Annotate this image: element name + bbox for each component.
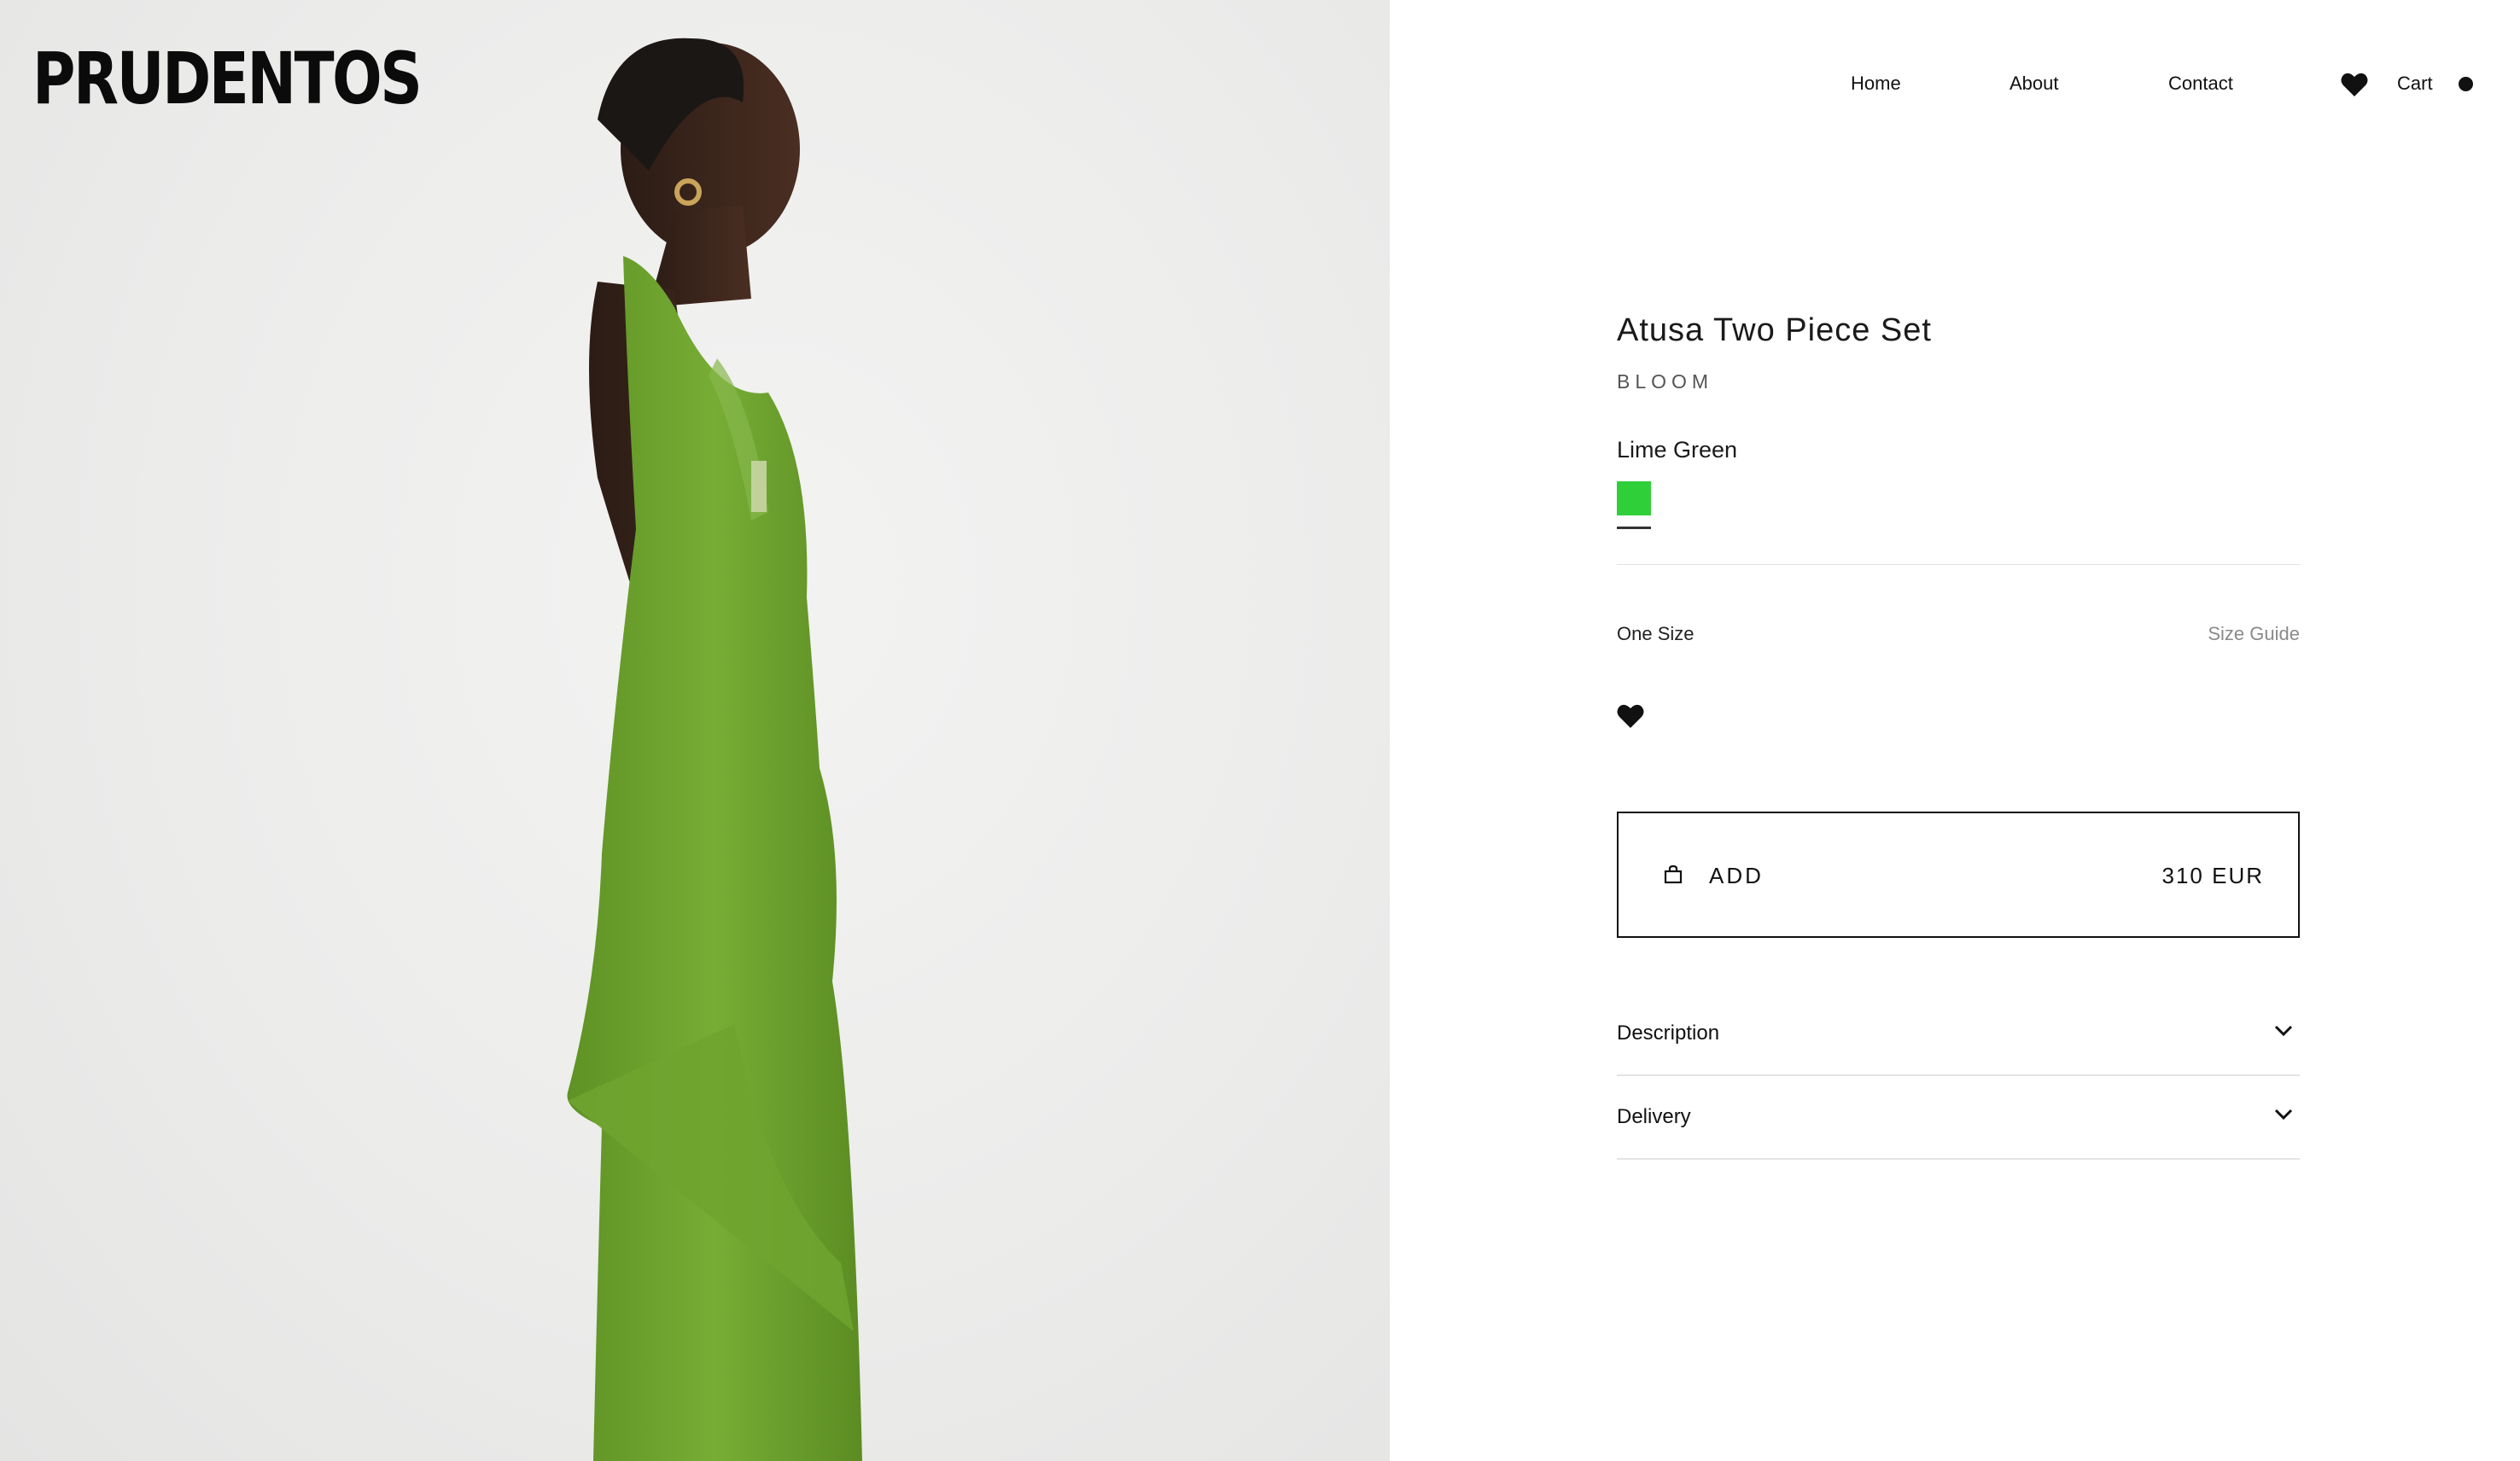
dot-icon <box>2459 77 2473 91</box>
heart-icon[interactable] <box>2341 72 2368 97</box>
delivery-accordion[interactable]: Delivery <box>1617 1076 2300 1160</box>
divider <box>1617 564 2300 565</box>
heart-icon[interactable] <box>1617 703 1644 729</box>
nav-cart-link[interactable]: Cart <box>2397 72 2433 96</box>
swatch-selected-indicator <box>1617 527 1651 529</box>
product-price: 310 EUR <box>2161 863 2264 888</box>
size-guide-link[interactable]: Size Guide <box>2208 623 2300 645</box>
chevron-down-icon <box>2274 1109 2293 1120</box>
description-accordion[interactable]: Description <box>1617 992 2300 1076</box>
add-button-label: ADD <box>1709 863 1764 888</box>
chevron-down-icon <box>2274 1025 2293 1037</box>
product-collection: BLOOM <box>1617 370 1714 393</box>
color-swatch-lime-green[interactable] <box>1617 481 1651 515</box>
brand-logo[interactable]: PRUDENTOS <box>32 43 423 114</box>
selected-color-label: Lime Green <box>1617 437 1738 463</box>
accordion-label: Description <box>1617 1022 1720 1045</box>
accordion-label: Delivery <box>1617 1105 1691 1128</box>
size-label: One Size <box>1617 623 1695 644</box>
product-details-panel: Atusa Two Piece Set BLOOM Lime Green One… <box>1617 0 2300 1461</box>
model-photo <box>567 38 862 1461</box>
product-hero-image: PRUDENTOS <box>0 0 1390 1461</box>
product-title: Atusa Two Piece Set <box>1617 312 1932 348</box>
shopping-bag-icon <box>1664 864 1683 884</box>
add-to-cart-button[interactable]: ADD 310 EUR <box>1617 812 2300 938</box>
